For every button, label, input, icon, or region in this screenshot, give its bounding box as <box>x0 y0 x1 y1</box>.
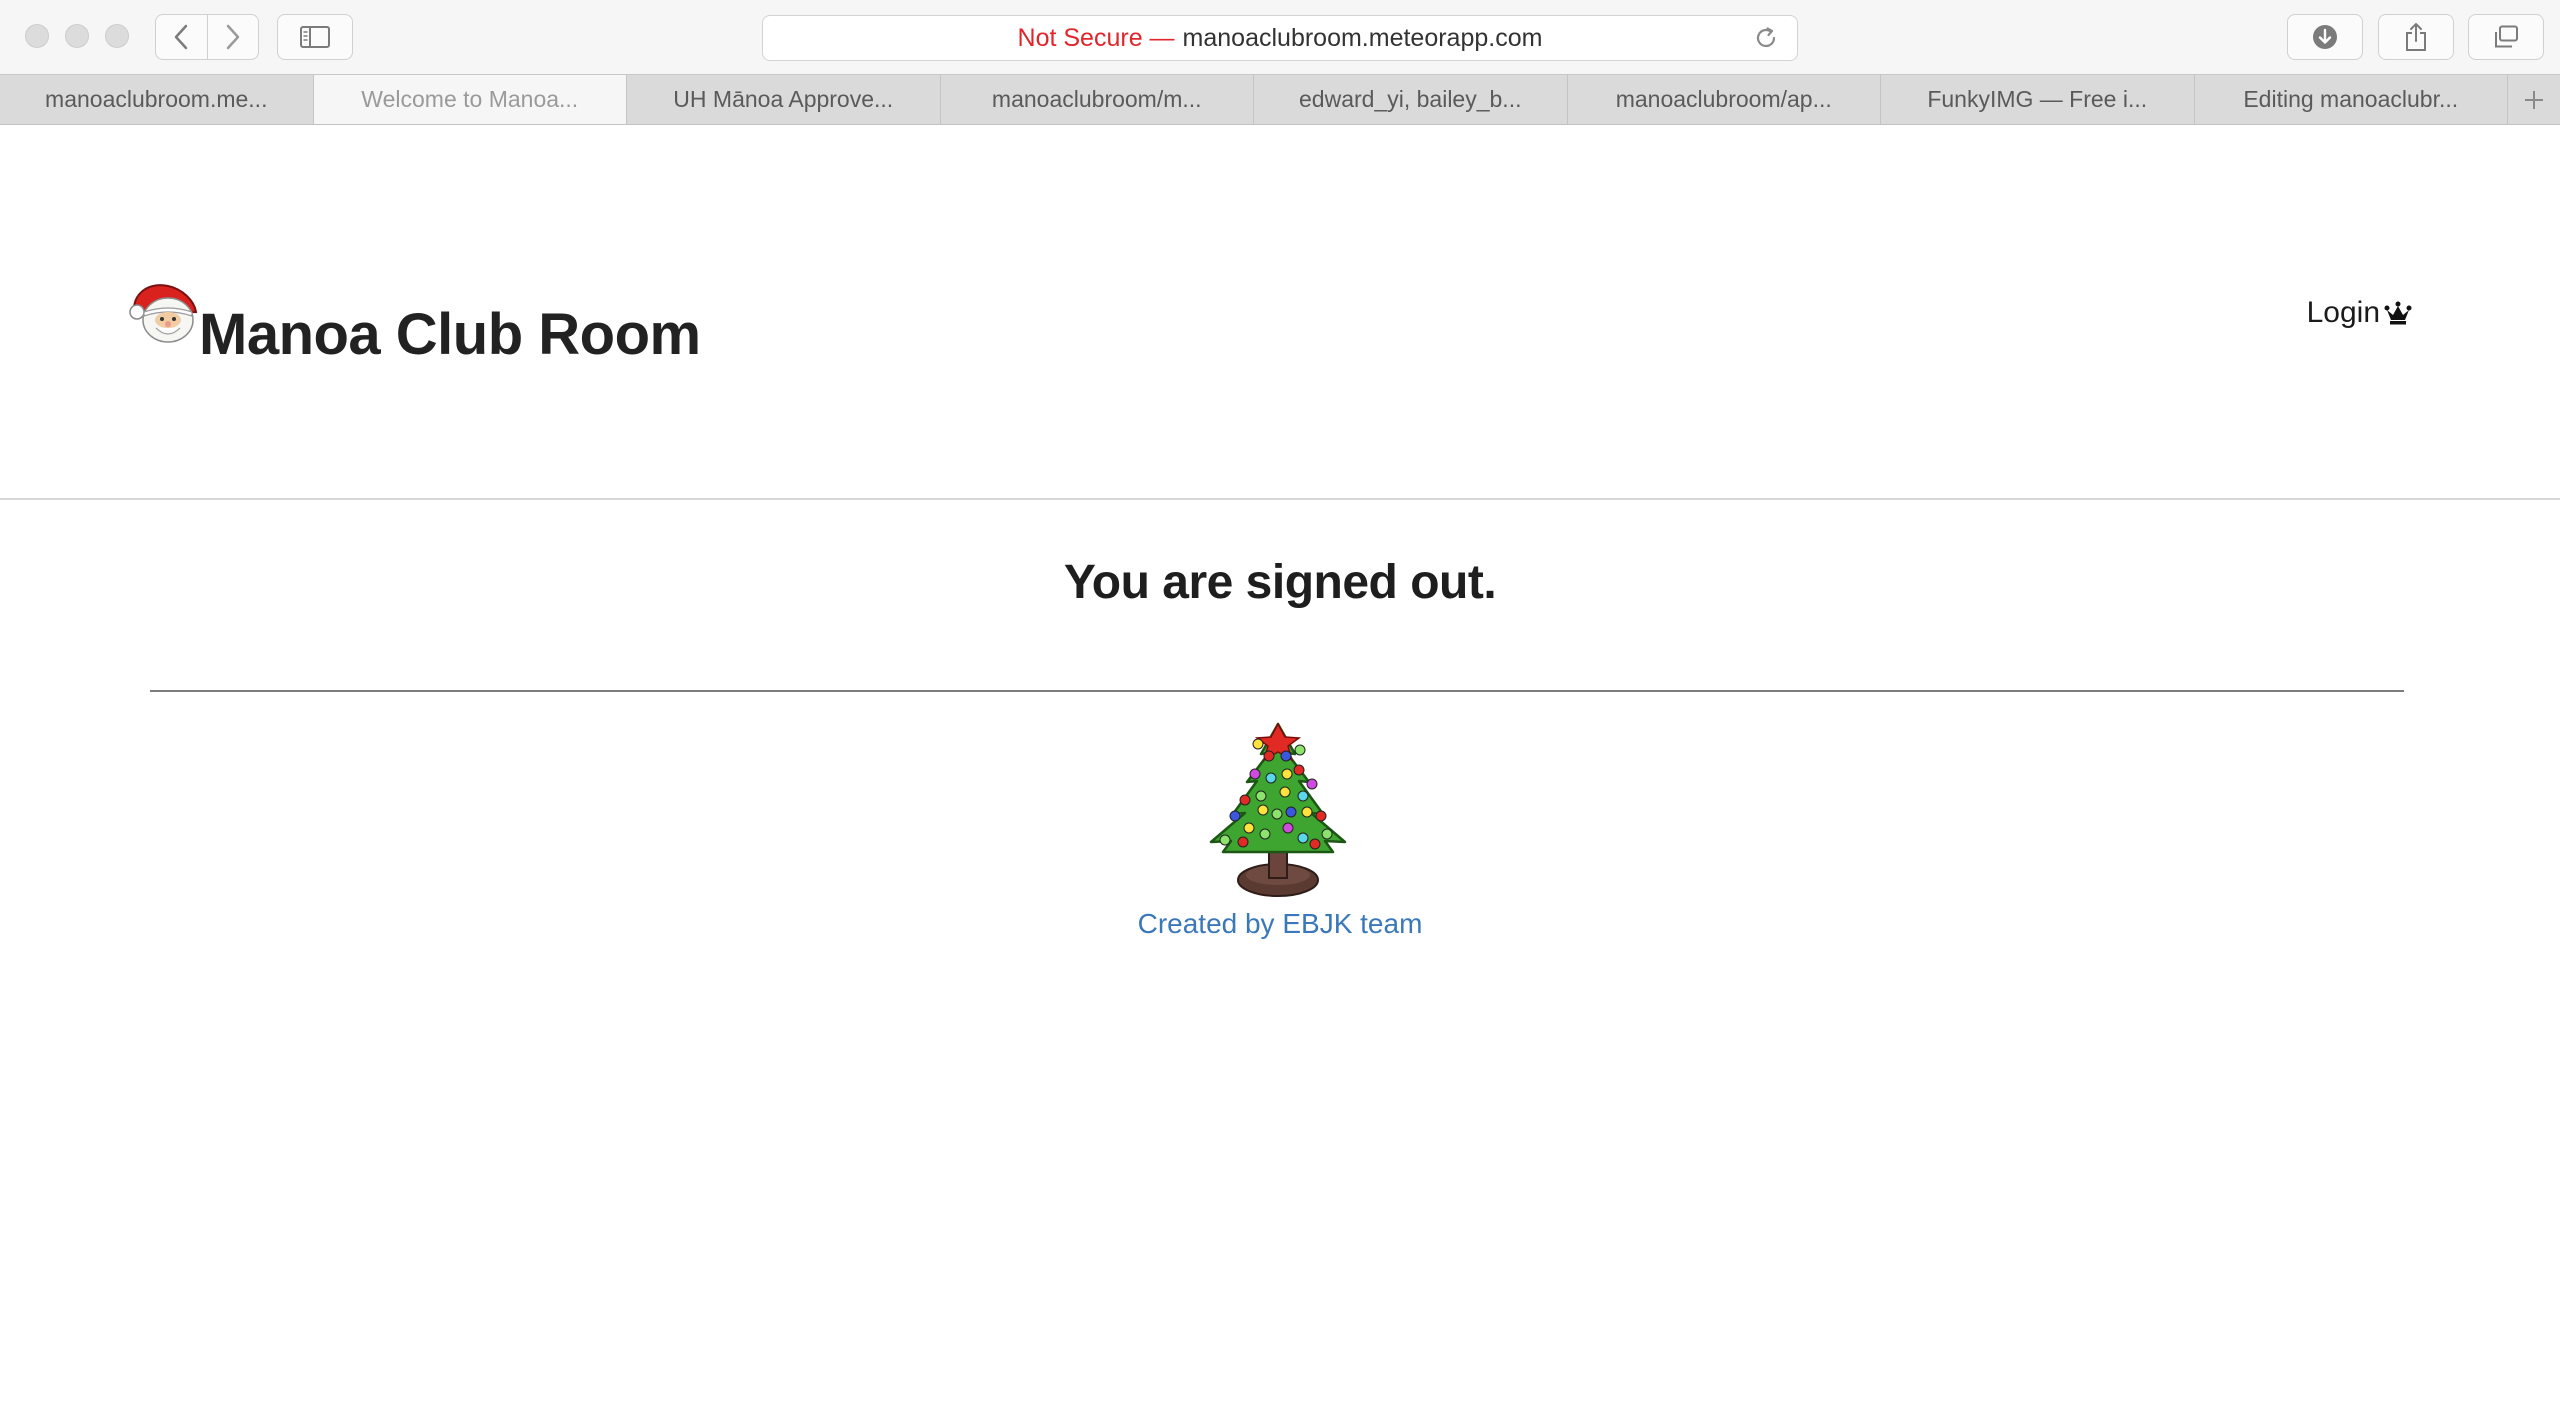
new-tab-button[interactable] <box>2508 75 2560 124</box>
security-warning: Not Secure — <box>1017 23 1175 52</box>
url-text: manoaclubroom.meteorapp.com <box>1182 23 1543 52</box>
reload-icon[interactable] <box>1753 25 1779 51</box>
chevron-right-icon <box>226 24 240 50</box>
browser-tab[interactable]: FunkyIMG — Free i... <box>1881 75 2195 124</box>
downloads-button[interactable] <box>2287 14 2363 60</box>
sidebar-button[interactable] <box>277 14 353 60</box>
credit-link[interactable]: Created by EBJK team <box>0 908 2560 940</box>
santa-icon <box>129 284 198 343</box>
tab-bar: manoaclubroom.me... Welcome to Manoa... … <box>0 74 2560 125</box>
browser-tab-active[interactable]: Welcome to Manoa... <box>313 75 627 124</box>
sidebar-icon <box>300 26 330 48</box>
address-bar[interactable]: Not Secure — manoaclubroom.meteorapp.com <box>762 15 1798 61</box>
window-close-button[interactable] <box>25 24 49 48</box>
site-header: Manoa Club Room Login <box>0 126 2560 500</box>
browser-tab[interactable]: edward_yi, bailey_b... <box>1254 75 1568 124</box>
login-label: Login <box>2306 296 2380 329</box>
window-zoom-button[interactable] <box>105 24 129 48</box>
login-menu[interactable]: Login <box>2307 296 2412 330</box>
browser-toolbar: Not Secure — manoaclubroom.meteorapp.com <box>0 0 2560 74</box>
back-button[interactable] <box>156 15 207 59</box>
chevron-left-icon <box>175 24 188 50</box>
browser-tab[interactable]: Editing manoaclubr... <box>2195 75 2508 124</box>
share-icon <box>2406 23 2426 51</box>
download-icon <box>2313 25 2337 49</box>
browser-tab[interactable]: manoaclubroom/ap... <box>1568 75 1881 124</box>
browser-tab[interactable]: manoaclubroom.me... <box>0 75 314 124</box>
crown-icon <box>2384 301 2412 325</box>
browser-tab[interactable]: UH Mānoa Approve... <box>627 75 941 124</box>
share-button[interactable] <box>2378 14 2454 60</box>
signed-out-message: You are signed out. <box>1063 556 1497 609</box>
tab-overview-button[interactable] <box>2468 14 2544 60</box>
christmas-tree-icon <box>1209 722 1347 897</box>
divider <box>150 690 2404 692</box>
site-title[interactable]: Manoa Club Room <box>199 301 701 368</box>
tabs-overview-icon <box>2495 25 2518 48</box>
plus-icon <box>2525 90 2543 109</box>
browser-tab[interactable]: manoaclubroom/m... <box>941 75 1254 124</box>
window-minimize-button[interactable] <box>65 24 89 48</box>
forward-button[interactable] <box>206 15 258 59</box>
history-navigation <box>155 14 259 60</box>
